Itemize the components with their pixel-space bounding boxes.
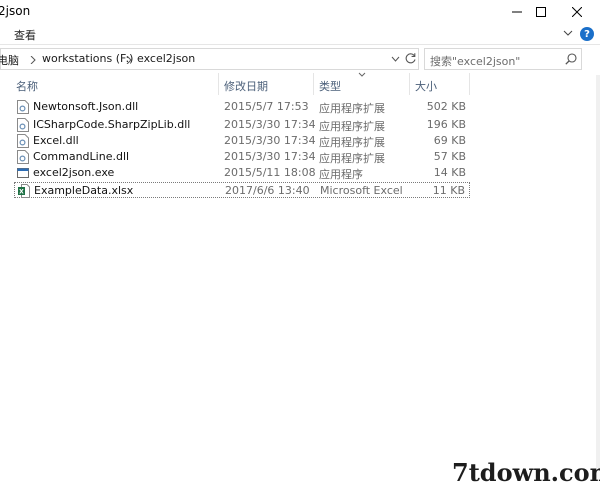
ribbon: 查看 ? — [0, 24, 600, 44]
sort-chevron-icon — [358, 72, 366, 77]
title-bar: 2json — [0, 0, 600, 24]
file-type: 应用程序扩展 — [319, 102, 385, 115]
file-size: 57 KB — [433, 150, 466, 163]
file-name[interactable]: excel2json.exe — [33, 166, 114, 179]
file-row-selected[interactable]: X ExampleData.xlsx 2017/6/6 13:40 Micros… — [14, 182, 470, 198]
file-size: 14 KB — [433, 166, 466, 179]
file-type: 应用程序扩展 — [319, 136, 385, 149]
file-size: 196 KB — [426, 118, 466, 131]
breadcrumb-chevron-icon[interactable] — [30, 56, 36, 64]
svg-text:X: X — [19, 189, 24, 196]
search-box[interactable]: 搜索"excel2json" — [424, 48, 582, 70]
watermark: 7tdown.com — [452, 458, 600, 487]
column-header-type[interactable]: 类型 — [319, 78, 341, 94]
file-size: 69 KB — [433, 134, 466, 147]
chevron-down-icon[interactable] — [391, 55, 400, 63]
address-bar[interactable]: 电脑 workstations (F:) excel2json — [0, 48, 419, 70]
file-date: 2015/5/11 18:08 — [224, 166, 316, 179]
file-date: 2015/3/30 17:34 — [224, 134, 316, 147]
file-row[interactable]: excel2json.exe 2015/5/11 18:08 应用程序 14 K… — [14, 165, 470, 181]
file-row[interactable]: Excel.dll 2015/3/30 17:34 应用程序扩展 69 KB — [14, 133, 470, 149]
ribbon-expand-icon[interactable] — [563, 29, 573, 37]
column-divider[interactable] — [313, 73, 314, 95]
file-type: 应用程序扩展 — [319, 120, 385, 133]
breadcrumb-folder[interactable]: excel2json — [137, 52, 195, 65]
file-name[interactable]: Excel.dll — [33, 134, 79, 147]
column-divider[interactable] — [469, 73, 470, 95]
excel-file-icon: X — [18, 184, 30, 198]
close-button[interactable] — [554, 0, 600, 24]
file-size: 11 KB — [432, 184, 465, 197]
exe-file-icon — [17, 168, 29, 178]
window-edge — [596, 75, 600, 480]
window-title: 2json — [0, 4, 31, 18]
file-date: 2015/5/7 17:53 — [224, 100, 309, 113]
file-row[interactable]: ICSharpCode.SharpZipLib.dll 2015/3/30 17… — [14, 117, 470, 133]
file-name[interactable]: ExampleData.xlsx — [34, 184, 133, 197]
breadcrumb-chevron-icon[interactable] — [126, 56, 132, 64]
search-placeholder[interactable]: 搜索"excel2json" — [430, 53, 520, 69]
column-header-date[interactable]: 修改日期 — [224, 78, 268, 94]
dll-file-icon — [17, 100, 29, 114]
file-type: 应用程序 — [319, 168, 363, 181]
close-icon — [572, 7, 582, 17]
dll-file-icon — [17, 118, 29, 132]
breadcrumb-drive[interactable]: workstations (F:) — [42, 52, 133, 65]
column-divider[interactable] — [218, 73, 219, 95]
file-date: 2015/3/30 17:34 — [224, 118, 316, 131]
file-row[interactable]: CommandLine.dll 2015/3/30 17:34 应用程序扩展 5… — [14, 149, 470, 165]
file-size: 502 KB — [426, 100, 466, 113]
dll-file-icon — [17, 134, 29, 148]
file-type: Microsoft Excel ... — [320, 184, 406, 197]
breadcrumb-this-pc[interactable]: 电脑 — [0, 52, 19, 68]
column-divider[interactable] — [409, 73, 410, 95]
file-name[interactable]: CommandLine.dll — [33, 150, 129, 163]
help-button[interactable]: ? — [580, 27, 594, 41]
file-date: 2017/6/6 13:40 — [225, 184, 310, 197]
file-row[interactable]: Newtonsoft.Json.dll 2015/5/7 17:53 应用程序扩… — [14, 99, 470, 115]
maximize-icon — [536, 7, 546, 17]
dll-file-icon — [17, 150, 29, 164]
tab-view[interactable]: 查看 — [14, 27, 36, 43]
column-header-size[interactable]: 大小 — [415, 78, 437, 94]
file-name[interactable]: Newtonsoft.Json.dll — [33, 100, 138, 113]
column-header-name[interactable]: 名称 — [16, 78, 38, 94]
file-date: 2015/3/30 17:34 — [224, 150, 316, 163]
search-icon[interactable] — [565, 53, 577, 65]
refresh-icon[interactable] — [404, 52, 417, 65]
ribbon-divider — [0, 44, 600, 45]
column-headers: 名称 修改日期 类型 大小 — [0, 72, 470, 95]
file-type: 应用程序扩展 — [319, 152, 385, 165]
file-name[interactable]: ICSharpCode.SharpZipLib.dll — [33, 118, 190, 131]
